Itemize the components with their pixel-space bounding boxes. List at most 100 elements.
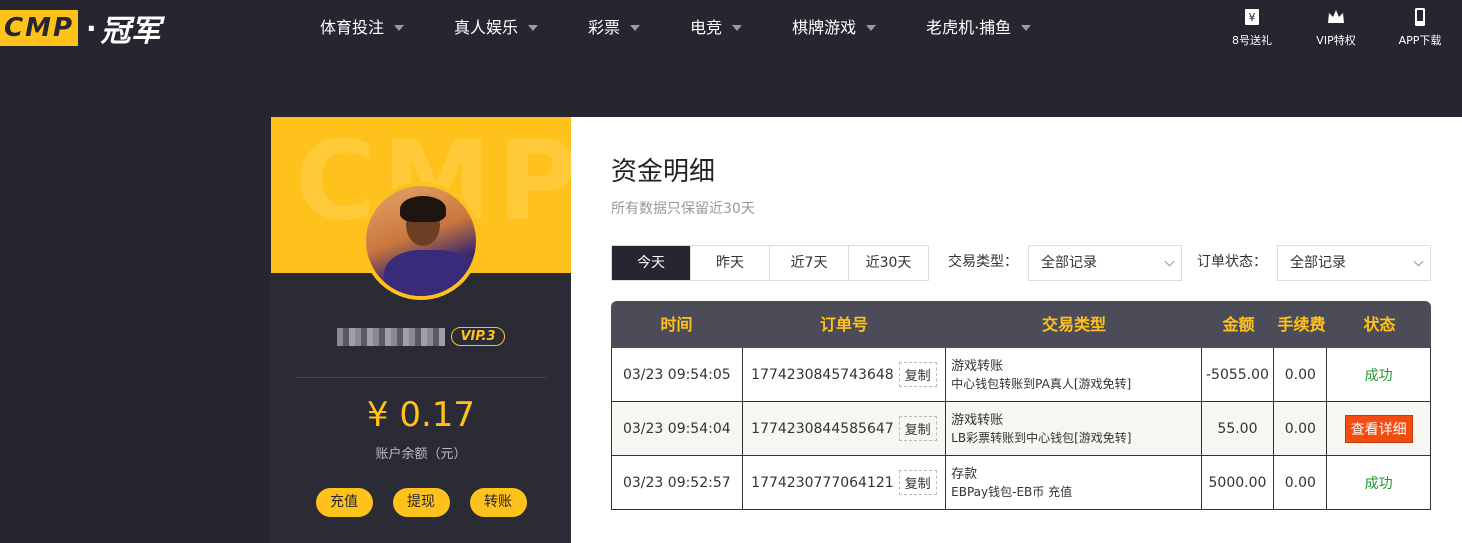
cell-fee: 0.00 <box>1274 402 1328 455</box>
chevron-down-icon <box>1164 256 1175 267</box>
top-tools: ¥ 8号送礼 VIP特权 APP下载 <box>1210 0 1462 56</box>
divider <box>296 377 546 378</box>
status-success: 成功 <box>1364 367 1393 384</box>
column-header: 金额 <box>1222 315 1255 334</box>
logo[interactable]: CMP · 冠军 <box>0 8 161 49</box>
order-number: 1774230777064121 <box>751 474 894 491</box>
type-filter-select[interactable]: 全部记录 <box>1028 245 1182 281</box>
menu-item-slots[interactable]: 老虎机·捕鱼 <box>926 0 1032 56</box>
tab-30-days[interactable]: 近30天 <box>849 246 928 280</box>
column-header: 订单号 <box>819 315 868 334</box>
order-number: 1774230845743648 <box>751 366 894 383</box>
page-title: 资金明细 <box>611 157 716 187</box>
logo-separator: · <box>86 11 97 45</box>
gift-ticket-icon: ¥ <box>1245 9 1259 25</box>
date-range-tabs: 今天 昨天 近7天 近30天 <box>611 245 929 281</box>
type-main: 游戏转账 <box>951 358 1004 374</box>
withdraw-button[interactable]: 提现 <box>392 488 450 517</box>
user-line: VIP.3 <box>271 327 571 346</box>
cell-status: 查看详细 <box>1327 402 1430 455</box>
cell-status: 成功 <box>1327 456 1430 509</box>
cell-fee: 0.00 <box>1274 348 1328 401</box>
type-filter-label: 交易类型： <box>948 254 1018 270</box>
type-filter-value: 全部记录 <box>1041 255 1097 271</box>
tab-today[interactable]: 今天 <box>612 246 691 280</box>
column-header: 手续费 <box>1277 315 1326 334</box>
menu-item-chess[interactable]: 棋牌游戏 <box>792 0 877 56</box>
status-filter-label: 订单状态： <box>1197 254 1267 270</box>
order-number: 1774230844585647 <box>751 420 894 437</box>
avatar[interactable] <box>362 182 480 300</box>
chevron-down-icon <box>630 25 641 31</box>
funds-detail-panel: 资金明细 所有数据只保留近30天 今天 昨天 近7天 近30天 交易类型： 全部… <box>571 117 1462 543</box>
menu-item-esports[interactable]: 电竞 <box>690 0 743 56</box>
tool-label: VIP特权 <box>1316 34 1356 47</box>
avatar-image <box>366 186 476 296</box>
tab-yesterday[interactable]: 昨天 <box>691 246 770 280</box>
page-subtitle: 所有数据只保留近30天 <box>611 201 755 217</box>
tool-vip[interactable]: VIP特权 <box>1294 0 1378 56</box>
phone-icon <box>1415 8 1425 26</box>
cell-amount: 5000.00 <box>1202 456 1275 509</box>
status-filter-value: 全部记录 <box>1290 255 1346 271</box>
chevron-down-icon <box>1021 25 1032 31</box>
tool-app[interactable]: APP下载 <box>1378 0 1462 56</box>
crown-icon <box>1328 10 1344 23</box>
top-nav: CMP · 冠军 体育投注 真人娱乐 彩票 电竞 棋牌游戏 老虎机·捕鱼 ¥ 8… <box>0 0 1462 56</box>
copy-button[interactable]: 复制 <box>898 416 937 441</box>
cell-type: 存款 EBPay钱包-EB币 充值 <box>946 456 1202 509</box>
cell-time: 03/23 09:54:05 <box>612 348 743 401</box>
menu-label: 真人娱乐 <box>454 18 519 37</box>
cell-amount: -5055.00 <box>1202 348 1275 401</box>
menu-label: 体育投注 <box>320 18 385 37</box>
type-main: 游戏转账 <box>951 412 1004 428</box>
menu-label: 老虎机·捕鱼 <box>926 18 1012 37</box>
tool-label: APP下载 <box>1398 34 1442 47</box>
view-details-button[interactable]: 查看详细 <box>1344 414 1413 443</box>
copy-button[interactable]: 复制 <box>898 470 937 495</box>
logo-text: 冠军 <box>100 14 161 49</box>
menu-item-lottery[interactable]: 彩票 <box>588 0 641 56</box>
chevron-down-icon <box>732 25 743 31</box>
menu-item-live-casino[interactable]: 真人娱乐 <box>454 0 539 56</box>
type-detail: 中心钱包转账到PA真人[游戏免转] <box>951 376 1132 391</box>
profile-card: CMP VIP.3 ¥ 0.17 账户余额（元） 充值 提现 转账 <box>271 117 571 543</box>
table-row: 03/23 09:52:57 1774230777064121 复制 存款 EB… <box>611 456 1431 510</box>
column-header: 交易类型 <box>1041 315 1106 334</box>
chevron-down-icon <box>866 25 877 31</box>
cell-order: 1774230845743648 复制 <box>743 348 947 401</box>
main-menu: 体育投注 真人娱乐 彩票 电竞 棋牌游戏 老虎机·捕鱼 <box>320 0 1081 56</box>
cell-type: 游戏转账 LB彩票转账到中心钱包[游戏免转] <box>946 402 1202 455</box>
table-row: 03/23 09:54:04 1774230844585647 复制 游戏转账 … <box>611 402 1431 456</box>
balance-amount: ¥ 0.17 <box>366 395 476 435</box>
status-filter-select[interactable]: 全部记录 <box>1277 245 1431 281</box>
vip-badge[interactable]: VIP.3 <box>451 327 505 346</box>
transfer-button[interactable]: 转账 <box>469 488 527 517</box>
tool-label: 8号送礼 <box>1232 34 1272 47</box>
cell-order: 1774230844585647 复制 <box>743 402 947 455</box>
svg-text:¥: ¥ <box>1249 11 1256 24</box>
deposit-button[interactable]: 充值 <box>315 488 373 517</box>
type-detail: LB彩票转账到中心钱包[游戏免转] <box>951 430 1132 445</box>
cell-time: 03/23 09:52:57 <box>612 456 743 509</box>
menu-label: 彩票 <box>588 18 621 37</box>
menu-label: 棋牌游戏 <box>792 18 857 37</box>
table-row: 03/23 09:54:05 1774230845743648 复制 游戏转账 … <box>611 348 1431 402</box>
cell-time: 03/23 09:54:04 <box>612 402 743 455</box>
type-detail: EBPay钱包-EB币 充值 <box>951 484 1073 499</box>
tab-7-days[interactable]: 近7天 <box>770 246 849 280</box>
column-header: 时间 <box>660 315 693 334</box>
cell-fee: 0.00 <box>1274 456 1328 509</box>
cell-status: 成功 <box>1327 348 1430 401</box>
tool-gift[interactable]: ¥ 8号送礼 <box>1210 0 1294 56</box>
balance-label: 账户余额（元） <box>375 447 467 462</box>
menu-item-sports[interactable]: 体育投注 <box>320 0 405 56</box>
copy-button[interactable]: 复制 <box>898 362 937 387</box>
chevron-down-icon <box>394 25 405 31</box>
cell-amount: 55.00 <box>1202 402 1275 455</box>
cell-order: 1774230777064121 复制 <box>743 456 947 509</box>
table-header: 时间 订单号 交易类型 金额 手续费 状态 <box>611 301 1431 348</box>
column-header: 状态 <box>1363 315 1396 334</box>
chevron-down-icon <box>528 25 539 31</box>
type-main: 存款 <box>951 466 978 482</box>
